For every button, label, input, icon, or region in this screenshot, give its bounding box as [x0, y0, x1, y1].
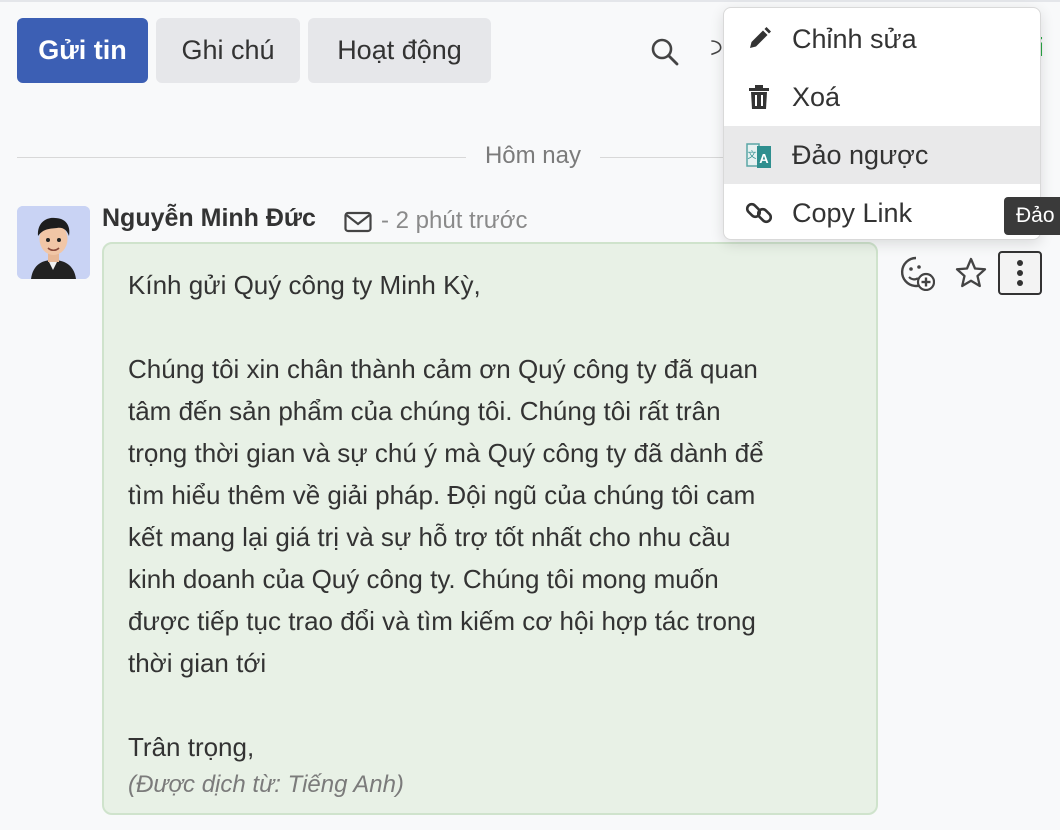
message-actions-menu: Chỉnh sửa Xoá A 文 Đảo ngược Copy Link	[723, 7, 1041, 240]
menu-item-delete[interactable]: Xoá	[724, 68, 1040, 126]
envelope-icon	[343, 207, 373, 237]
message-line: được tiếp tục trao đổi và tìm kiếm cơ hộ…	[128, 606, 756, 636]
message-body: Kính gửi Quý công ty Minh Kỳ, Chúng tôi x…	[128, 264, 852, 768]
avatar[interactable]	[17, 206, 90, 279]
message-author[interactable]: Nguyễn Minh Đức	[102, 204, 316, 233]
trash-icon	[744, 82, 774, 112]
activity-button[interactable]: Hoạt động	[308, 18, 491, 83]
more-options-button[interactable]	[998, 251, 1042, 295]
tooltip: Đảo	[1004, 197, 1060, 235]
menu-item-translate[interactable]: A 文 Đảo ngược	[724, 126, 1040, 184]
menu-item-label: Chỉnh sửa	[792, 23, 917, 54]
message-timestamp: - 2 phút trước	[381, 207, 528, 234]
menu-item-copy-link[interactable]: Copy Link	[724, 184, 1040, 239]
log-note-button[interactable]: Ghi chú	[156, 18, 300, 83]
top-border	[0, 0, 1060, 2]
message-line: Chúng tôi xin chân thành cảm ơn Quý công…	[128, 354, 758, 384]
message-line: kết mang lại giá trị và sự hỗ trợ tốt nh…	[128, 522, 731, 552]
date-divider-label: Hôm nay	[484, 142, 582, 169]
send-message-button[interactable]: Gửi tin	[17, 18, 148, 83]
link-icon	[744, 198, 774, 228]
message-line: trọng thời gian và sự chú ý mà Quý công …	[128, 438, 764, 468]
message-line: tìm hiểu thêm về giải pháp. Đội ngũ của …	[128, 480, 756, 510]
message-line: thời gian tới	[128, 648, 267, 678]
pencil-icon	[744, 24, 774, 54]
divider-line-right	[600, 157, 725, 158]
translate-icon: A 文	[744, 140, 774, 170]
message-bubble: Kính gửi Quý công ty Minh Kỳ, Chúng tôi x…	[102, 242, 878, 815]
translated-from-note: (Được dịch từ: Tiếng Anh)	[128, 771, 404, 798]
add-reaction-icon[interactable]	[897, 253, 937, 293]
star-icon[interactable]	[951, 253, 991, 293]
message-line: kinh doanh của Quý công ty. Chúng tôi mo…	[128, 564, 719, 594]
message-line: Trân trọng,	[128, 732, 255, 762]
svg-text:文: 文	[747, 149, 756, 161]
search-icon[interactable]	[645, 32, 685, 72]
menu-item-label: Xoá	[792, 81, 841, 112]
menu-item-label: Copy Link	[792, 197, 913, 228]
menu-item-edit[interactable]: Chỉnh sửa	[724, 10, 1040, 68]
svg-text:A: A	[759, 151, 769, 166]
divider-line-left	[17, 157, 466, 158]
message-line: Kính gửi Quý công ty Minh Kỳ,	[128, 270, 481, 300]
menu-item-label: Đảo ngược	[792, 139, 929, 170]
message-line: tâm đến sản phẩm của chúng tôi. Chúng tô…	[128, 396, 721, 426]
